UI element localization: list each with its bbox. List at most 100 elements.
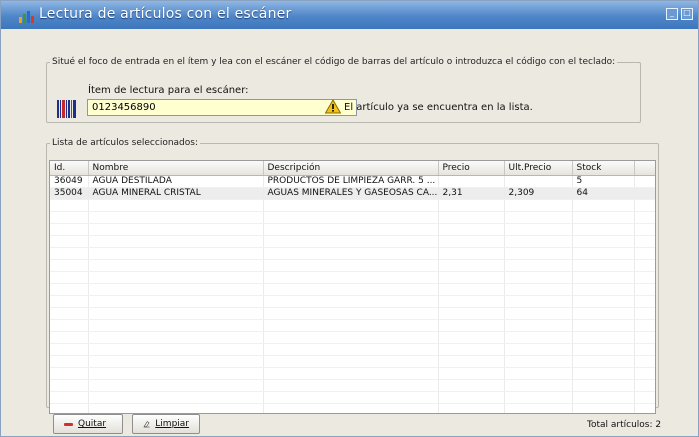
empty-cell: [88, 331, 264, 344]
scanner-window: Lectura de artículos con el escáner _ □ …: [0, 0, 699, 437]
column-header-ult-precio[interactable]: Ult.Precio: [504, 161, 573, 176]
empty-cell: [634, 211, 655, 224]
empty-row: [50, 331, 655, 344]
empty-cell: [504, 379, 573, 392]
column-header-id[interactable]: Id.: [50, 161, 89, 176]
empty-row: [50, 271, 655, 284]
empty-cell: [504, 331, 573, 344]
empty-cell: [50, 367, 89, 380]
empty-cell: [88, 319, 264, 332]
articles-grid[interactable]: Id. Nombre Descripción Precio Ult.Precio…: [49, 160, 656, 414]
column-header-nombre[interactable]: Nombre: [88, 161, 264, 176]
empty-cell: [88, 379, 264, 392]
column-header-precio[interactable]: Precio: [438, 161, 505, 176]
empty-cell: [50, 235, 89, 248]
empty-cell: [88, 259, 264, 272]
title-bar[interactable]: Lectura de artículos con el escáner _ □: [1, 1, 698, 29]
minimize-button[interactable]: _: [666, 8, 678, 20]
empty-cell: [50, 223, 89, 236]
empty-cell: [438, 295, 505, 308]
table-row[interactable]: 35004 AGUA MINERAL CRISTAL AGUAS MINERAL…: [50, 187, 655, 200]
cell-nombre: AGUA MINERAL CRISTAL: [88, 187, 264, 200]
empty-cell: [263, 271, 439, 284]
column-header-stock[interactable]: Stock: [572, 161, 635, 176]
cell-ult-precio: 2,309: [504, 187, 573, 200]
table-row[interactable]: 36049 AGUA DESTILADA PRODUCTOS DE LIMPIE…: [50, 175, 655, 188]
scan-input[interactable]: [87, 99, 357, 116]
empty-cell: [504, 283, 573, 296]
empty-cell: [263, 295, 439, 308]
maximize-button[interactable]: □: [681, 8, 693, 20]
empty-cell: [634, 235, 655, 248]
empty-cell: [438, 379, 505, 392]
empty-cell: [50, 379, 89, 392]
quitar-button[interactable]: Quitar: [53, 414, 123, 434]
empty-cell: [572, 223, 635, 236]
empty-cell: [634, 391, 655, 404]
empty-cell: [50, 343, 89, 356]
empty-cell: [438, 355, 505, 368]
empty-cell: [572, 355, 635, 368]
empty-cell: [504, 319, 573, 332]
scan-field-label: Ítem de lectura para el escáner:: [88, 85, 249, 96]
empty-cell: [504, 355, 573, 368]
cell-descripcion: AGUAS MINERALES Y GASEOSAS CA...: [263, 187, 439, 200]
empty-cell: [634, 379, 655, 392]
empty-cell: [263, 343, 439, 356]
empty-cell: [263, 259, 439, 272]
empty-cell: [263, 199, 439, 212]
empty-cell: [438, 199, 505, 212]
empty-row: [50, 403, 655, 413]
empty-cell: [263, 223, 439, 236]
empty-cell: [572, 319, 635, 332]
empty-cell: [572, 367, 635, 380]
empty-cell: [263, 391, 439, 404]
empty-cell: [438, 271, 505, 284]
empty-cell: [50, 271, 89, 284]
empty-cell: [634, 271, 655, 284]
column-header-descripcion[interactable]: Descripción: [263, 161, 439, 176]
empty-cell: [88, 343, 264, 356]
empty-cell: [88, 367, 264, 380]
empty-cell: [438, 319, 505, 332]
warning-message: El artículo ya se encuentra en la lista.: [344, 102, 533, 113]
empty-cell: [572, 259, 635, 272]
empty-cell: [572, 403, 635, 413]
empty-cell: [634, 283, 655, 296]
empty-cell: [634, 307, 655, 320]
articles-group: Lista de artículos seleccionados: Id. No…: [46, 138, 659, 414]
empty-cell: [88, 307, 264, 320]
empty-cell: [504, 271, 573, 284]
empty-cell: [504, 259, 573, 272]
empty-cell: [504, 199, 573, 212]
empty-cell: [634, 259, 655, 272]
warning-icon: [325, 99, 341, 114]
cell-nombre: AGUA DESTILADA: [88, 175, 264, 188]
empty-row: [50, 295, 655, 308]
empty-cell: [572, 271, 635, 284]
empty-cell: [50, 199, 89, 212]
cell-id: 36049: [50, 175, 89, 188]
empty-cell: [263, 379, 439, 392]
empty-cell: [263, 355, 439, 368]
empty-cell: [50, 283, 89, 296]
empty-cell: [438, 223, 505, 236]
empty-cell: [88, 295, 264, 308]
limpiar-button[interactable]: Limpiar: [132, 414, 200, 434]
articles-list-legend: Lista de artículos seleccionados:: [52, 138, 198, 148]
empty-cell: [438, 367, 505, 380]
empty-cell: [504, 295, 573, 308]
empty-cell: [634, 223, 655, 236]
cell-stock: 5: [572, 175, 635, 188]
empty-cell: [504, 211, 573, 224]
empty-cell: [572, 343, 635, 356]
app-icon: [19, 11, 34, 23]
empty-cell: [88, 211, 264, 224]
empty-cell: [572, 331, 635, 344]
empty-cell: [634, 331, 655, 344]
eraser-icon: [143, 421, 150, 428]
empty-cell: [50, 331, 89, 344]
empty-row: [50, 355, 655, 368]
empty-row: [50, 235, 655, 248]
quitar-label: Quitar: [78, 419, 107, 429]
